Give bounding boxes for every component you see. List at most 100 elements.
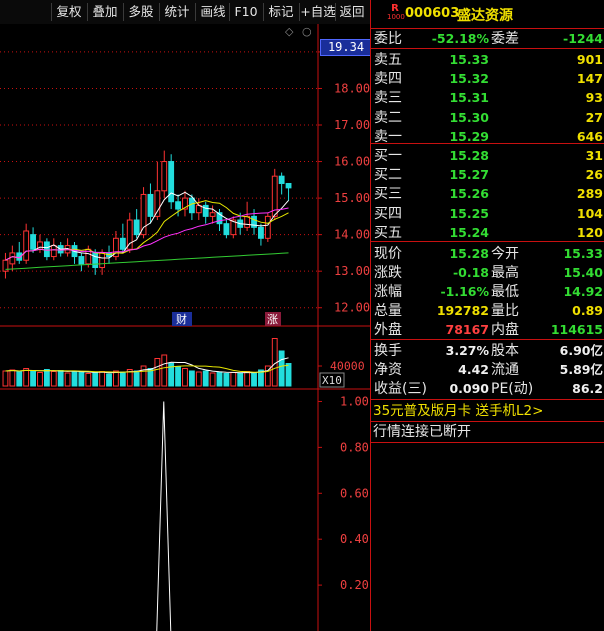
toolbar-button-6[interactable]: 标记 <box>264 2 298 22</box>
bid-label: 买一 <box>374 148 402 164</box>
quote-label: 外盘 <box>374 322 402 338</box>
ask-label: 卖二 <box>374 109 402 126</box>
quote-label: 最低 <box>491 284 519 300</box>
weicha-value: -1244 <box>563 31 603 46</box>
candle-body <box>147 193 154 217</box>
candle-body <box>99 252 106 269</box>
toolbar-button-3[interactable]: 统计 <box>160 2 194 22</box>
volume-bar <box>230 372 237 387</box>
candle-body <box>264 215 271 239</box>
volume-bar <box>78 371 85 387</box>
volume-bar <box>223 373 230 387</box>
volume-bar <box>182 368 188 387</box>
candle-body <box>154 190 161 217</box>
badge-bottom: 1000 <box>387 13 405 21</box>
volume-bar <box>119 371 126 387</box>
quote-value: 192782 <box>436 303 489 318</box>
promo-link[interactable]: 35元普及版月卡 送手机L2> <box>373 402 543 420</box>
toolbar-button-5[interactable]: F10 <box>230 2 262 22</box>
volume-bar <box>278 350 285 387</box>
current-price-badge: 19.34 <box>320 39 372 56</box>
indicator-spike <box>156 401 172 631</box>
candle-body <box>50 245 57 258</box>
kline-chart[interactable]: 19.0018.0017.0016.0015.0014.0013.0012.00… <box>0 24 370 631</box>
toolbar-button-8[interactable]: 返回 <box>336 2 368 22</box>
circle-icon[interactable]: ○ <box>302 26 312 37</box>
volume-bar <box>2 370 9 387</box>
volume-bar <box>64 372 71 387</box>
toolbar-separator <box>229 3 230 21</box>
bid-volume: 31 <box>585 148 603 163</box>
bid-price: 15.25 <box>449 205 489 221</box>
volume-bar <box>57 370 64 387</box>
volume-bar <box>285 363 292 387</box>
weicha-label: 委差 <box>491 31 519 47</box>
volume-bar <box>99 371 106 387</box>
volume-bar <box>209 372 216 387</box>
ask-label: 卖五 <box>374 52 402 68</box>
fundamental-label: 股本 <box>491 343 519 359</box>
quote-value: 78167 <box>445 322 490 337</box>
fundamental-value: 3.27% <box>445 343 489 358</box>
fundamental-value: 86.2 <box>572 381 603 396</box>
volume-bar <box>30 370 36 387</box>
volume-bar <box>113 370 119 387</box>
volume-bar <box>43 369 50 387</box>
ask-price: 15.32 <box>449 71 489 87</box>
fundamental-label: 净资 <box>374 362 402 378</box>
candle-body <box>23 230 30 261</box>
volume-bar <box>37 372 43 387</box>
indicator-tick-label: 0.40 <box>340 532 369 546</box>
volume-bar <box>85 373 92 387</box>
toolbar-button-1[interactable]: 叠加 <box>88 2 122 22</box>
weibi-value: -52.18% <box>431 31 489 46</box>
toolbar-button-4[interactable]: 画线 <box>196 2 230 22</box>
volume-bar <box>188 370 195 387</box>
quote-label: 最高 <box>491 265 519 281</box>
volume-bar <box>202 370 209 387</box>
volume-unit-label: X10 <box>322 374 342 387</box>
bid-volume: 104 <box>576 205 603 221</box>
indicator-tick-label: 1.00 <box>340 394 369 408</box>
ask-label: 卖四 <box>374 71 402 88</box>
toolbar-button-2[interactable]: 多股 <box>124 2 158 22</box>
ask-price: 15.31 <box>449 90 489 106</box>
candle-body <box>278 175 285 184</box>
volume-bar <box>175 366 181 387</box>
volume-tick-label: 40000 <box>330 359 365 373</box>
fundamental-value: 6.90亿 <box>559 343 603 358</box>
price-tick-label: 12.00 <box>334 301 370 315</box>
toolbar-separator <box>263 3 264 21</box>
bid-volume: 26 <box>585 167 603 183</box>
bid-label: 买五 <box>374 224 402 241</box>
volume-bar <box>251 372 257 387</box>
volume-bar <box>216 371 223 387</box>
bid-price: 15.26 <box>449 186 489 202</box>
badge-top: R <box>391 3 399 14</box>
fundamental-value: 5.89亿 <box>559 362 603 377</box>
level-badge: R 1000 <box>387 3 405 24</box>
candle-body <box>223 223 230 236</box>
toolbar-separator <box>195 3 196 21</box>
quote-label: 量比 <box>491 303 519 319</box>
candle-body <box>161 161 168 192</box>
candle-body <box>168 161 175 203</box>
ask-price: 15.33 <box>449 52 489 67</box>
toolbar-button-7[interactable]: +自选 <box>300 2 336 22</box>
cai-marker-label: 财 <box>176 312 187 326</box>
indicator-tick-label: 0.60 <box>340 486 369 500</box>
quote-value: 15.33 <box>563 246 603 261</box>
fundamental-value: 4.42 <box>458 362 489 377</box>
ask-volume: 901 <box>576 52 603 67</box>
toolbar-button-0[interactable]: 复权 <box>52 2 86 22</box>
quote-value: -1.16% <box>440 284 489 299</box>
bid-price: 15.28 <box>449 148 489 163</box>
indicator-tick-label: 0.80 <box>340 440 369 454</box>
candle-body <box>285 182 292 189</box>
diamond-icon[interactable]: ◇ <box>285 26 295 37</box>
bid-volume: 289 <box>576 186 603 202</box>
candle-body <box>78 256 85 265</box>
connection-status: 行情连接已断开 <box>373 424 471 440</box>
candle-body <box>140 193 147 236</box>
stock-code: 000603 <box>405 6 460 21</box>
